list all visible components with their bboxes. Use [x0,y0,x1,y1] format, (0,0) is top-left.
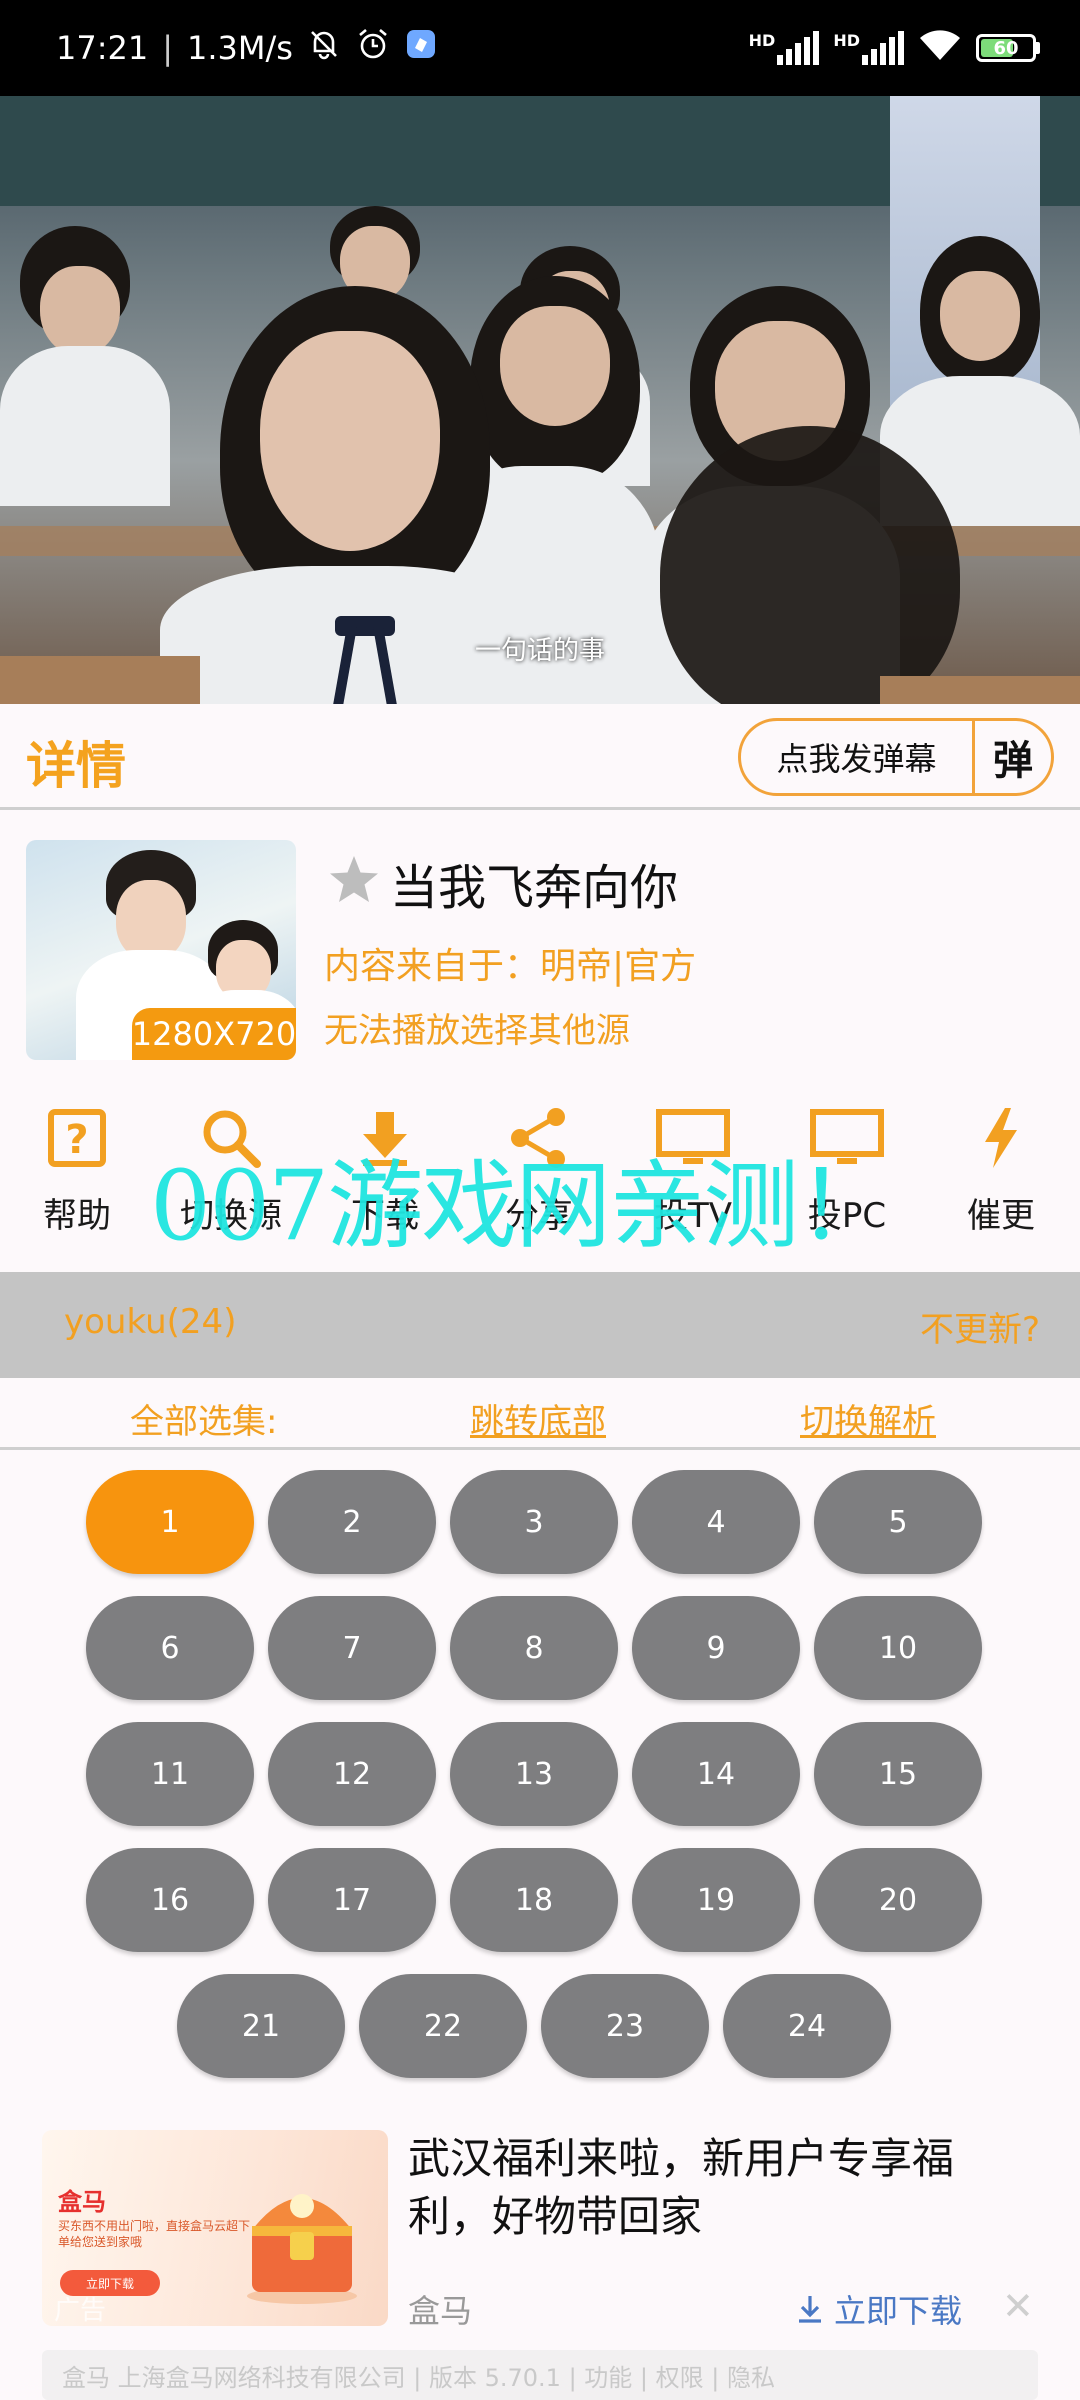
status-bar: 17:21 | 1.3M/s HD HD 60 [0,0,1080,96]
help-button[interactable]: ? 帮助 [0,1100,154,1240]
request-update-label: 催更 [967,1196,1035,1236]
ad-brand: 盒马 [408,2292,473,2330]
request-update-button[interactable]: 催更 [924,1100,1078,1240]
episode-button[interactable]: 9 [632,1596,800,1700]
show-title: 当我飞奔向你 [390,860,679,916]
source-name[interactable]: youku(24) [64,1302,236,1342]
svg-text:?: ? [65,1117,88,1163]
clock: 17:21 [56,29,149,67]
episode-button[interactable]: 2 [268,1470,436,1574]
download-arrow-icon [799,2296,821,2323]
lightning-icon [924,1102,1078,1174]
battery-level: 60 [993,37,1019,59]
signal-label: HD [833,31,860,50]
separator: | [162,29,173,67]
ad-image-subtitle: 买东西不用出门啦，直接盒马云超下单给您送到家哦 [58,2219,251,2249]
mute-bell-icon [307,27,341,69]
episode-button[interactable]: 20 [814,1848,982,1952]
episode-button[interactable]: 22 [359,1974,527,2078]
resolution-badge: 1280X720 [132,1008,296,1060]
battery-icon: 60 [976,34,1040,62]
episode-button[interactable]: 21 [177,1974,345,2078]
show-poster[interactable]: 1280X720 [26,840,296,1060]
signal-icon: HD [833,31,904,65]
video-subtitle: 一句话的事 [474,636,605,666]
favorite-star-icon[interactable] [326,852,382,908]
signal-icon: HD [749,31,820,65]
episode-controls: 全部选集: 跳转底部 切换解析 [0,1380,1080,1450]
episode-button[interactable]: 19 [632,1848,800,1952]
episode-button[interactable]: 17 [268,1848,436,1952]
content-source: 内容来自于：明帝|官方 [324,946,697,987]
episode-button[interactable]: 1 [86,1470,254,1574]
app-screen: 17:21 | 1.3M/s HD HD 60 一句话的事 详情 点我发弹幕 弹… [0,0,1080,2400]
alarm-icon [355,26,391,70]
episode-button[interactable]: 18 [450,1848,618,1952]
ad-footer: 盒马 上海盒马网络科技有限公司 | 版本 5.70.1 | 功能 | 权限 | … [42,2350,1038,2400]
episode-button[interactable]: 6 [86,1596,254,1700]
ad-tag: 广告 [54,2296,107,2326]
jump-to-bottom-link[interactable]: 跳转底部 [470,1394,606,1443]
episode-button[interactable]: 7 [268,1596,436,1700]
episode-button[interactable]: 15 [814,1722,982,1826]
episode-button[interactable]: 10 [814,1596,982,1700]
episode-button[interactable]: 16 [86,1848,254,1952]
all-episodes-label: 全部选集: [130,1402,278,1442]
details-header: 详情 点我发弹幕 弹 [0,704,1080,810]
playback-fail-hint[interactable]: 无法播放选择其他源 [324,1003,630,1052]
danmu-toggle-button[interactable]: 弹 [975,721,1051,793]
help-label: 帮助 [43,1196,111,1236]
not-updated-link[interactable]: 不更新? [920,1302,1040,1351]
app-notification-icon [405,28,437,68]
episode-button[interactable]: 24 [723,1974,891,2078]
close-icon[interactable]: ✕ [1002,2284,1034,2328]
ad-image-brand: 盒马 [58,2188,106,2216]
episode-button[interactable]: 5 [814,1470,982,1574]
details-title: 详情 [26,737,126,795]
wifi-icon [918,28,962,68]
episode-button[interactable]: 4 [632,1470,800,1574]
send-danmu-button[interactable]: 点我发弹幕 弹 [738,718,1054,796]
episode-button[interactable]: 11 [86,1722,254,1826]
episode-button[interactable]: 8 [450,1596,618,1700]
network-speed: 1.3M/s [187,29,293,67]
ad-headline[interactable]: 武汉福利来啦，新用户专享福利，好物带回家 [408,2130,1008,2246]
help-icon: ? [0,1102,154,1174]
video-player[interactable]: 一句话的事 [0,96,1080,704]
status-bar-left: 17:21 | 1.3M/s [56,0,437,96]
episode-button[interactable]: 14 [632,1722,800,1826]
episode-button[interactable]: 3 [450,1470,618,1574]
switch-parser-link[interactable]: 切换解析 [800,1394,936,1443]
episode-button[interactable]: 12 [268,1722,436,1826]
treasure-chest-icon [247,2194,357,2304]
send-danmu-label[interactable]: 点我发弹幕 [741,721,975,793]
episode-button[interactable]: 23 [541,1974,709,2078]
ad-download-label: 立即下载 [834,2292,963,2330]
episode-button[interactable]: 13 [450,1722,618,1826]
watermark-text: 007游戏网亲测！ [150,1150,893,1262]
ad-image[interactable]: 盒马 买东西不用出门啦，直接盒马云超下单给您送到家哦 立即下载 广告 [42,2130,388,2326]
signal-label: HD [748,31,776,50]
source-bar: youku(24) 不更新? [0,1272,1080,1378]
status-bar-right: HD HD 60 [749,0,1040,96]
ad-download-button[interactable]: 立即下载 [796,2286,962,2332]
